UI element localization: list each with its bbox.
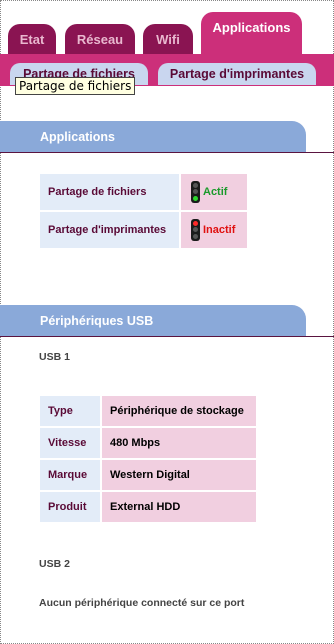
section-usb-header: Périphériques USB [0, 305, 306, 336]
status-inactive: Inactif [203, 224, 236, 236]
tab-label: Etat [19, 31, 45, 47]
traffic-light-red-icon [191, 219, 200, 241]
usb-field-label: Marque [40, 460, 100, 490]
section-divider [0, 152, 334, 153]
main-tabs: Etat Réseau Wifi Applications [0, 0, 334, 54]
subtab-label: Partage d'imprimantes [169, 67, 305, 81]
usb-field-value: External HDD [102, 492, 256, 522]
section-title: Applications [40, 129, 116, 144]
usb-field-value: Western Digital [102, 460, 256, 490]
subtab-partage-imprimantes[interactable]: Partage d'imprimantes [158, 63, 316, 85]
usb2-message: Aucun périphérique connecté sur ce port [39, 597, 245, 609]
app-label: Partage d'imprimantes [40, 212, 179, 248]
tab-label: Wifi [156, 31, 180, 47]
table-row: Vitesse 480 Mbps [40, 428, 256, 458]
usb-field-label: Produit [40, 492, 100, 522]
status-active: Actif [203, 186, 228, 198]
usb-field-label: Type [40, 396, 100, 426]
app-status-cell: Inactif [181, 212, 247, 248]
section-applications-header: Applications [0, 121, 306, 152]
table-row: Type Périphérique de stockage [40, 396, 256, 426]
tooltip: Partage de fichiers [15, 77, 136, 95]
table-row: Partage de fichiers Actif [40, 174, 247, 210]
usb1-title: USB 1 [39, 351, 70, 363]
traffic-light-green-icon [191, 181, 200, 203]
section-title: Périphériques USB [40, 313, 154, 328]
usb1-table: Type Périphérique de stockage Vitesse 48… [38, 394, 258, 524]
section-divider [0, 336, 334, 337]
tab-label: Applications [212, 20, 291, 35]
app-label: Partage de fichiers [40, 174, 179, 210]
tab-label: Réseau [76, 31, 124, 47]
tab-etat[interactable]: Etat [8, 24, 56, 54]
usb-field-value: Périphérique de stockage [102, 396, 256, 426]
usb2-title: USB 2 [39, 558, 70, 570]
usb-field-label: Vitesse [40, 428, 100, 458]
tab-wifi[interactable]: Wifi [143, 24, 193, 54]
tab-applications[interactable]: Applications [201, 12, 302, 54]
applications-table: Partage de fichiers Actif Partage d'impr… [38, 172, 249, 250]
table-row: Produit External HDD [40, 492, 256, 522]
table-row: Marque Western Digital [40, 460, 256, 490]
table-row: Partage d'imprimantes Inactif [40, 212, 247, 248]
usb-field-value: 480 Mbps [102, 428, 256, 458]
tab-reseau[interactable]: Réseau [65, 24, 135, 54]
app-status-cell: Actif [181, 174, 247, 210]
